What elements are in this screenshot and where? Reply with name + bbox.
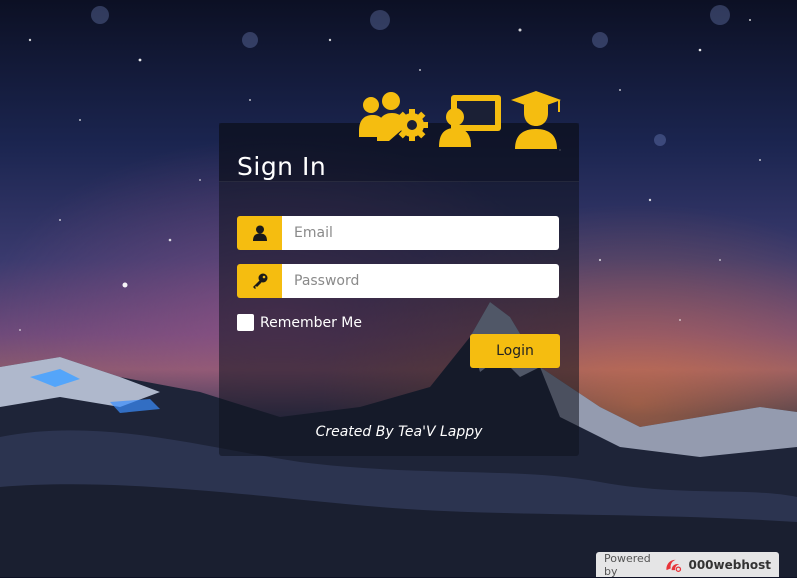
- page-title: Sign In: [237, 151, 327, 181]
- header-icon-group: [359, 91, 561, 149]
- teacher-screen-icon: [439, 95, 501, 147]
- webhost-logo-icon: [666, 559, 681, 572]
- password-field-group: [237, 264, 559, 298]
- email-field-group: [237, 216, 559, 250]
- credit-text: Created By Tea'V Lappy: [315, 424, 483, 440]
- users-gear-icon: [359, 92, 428, 141]
- remember-checkbox[interactable]: [237, 314, 254, 331]
- user-icon: [237, 216, 282, 250]
- powered-by-badge[interactable]: Powered by 000webhost: [596, 551, 779, 578]
- login-panel: Sign In Email Remember Me Login Created …: [219, 91, 579, 456]
- powered-by-label: Powered by: [604, 551, 651, 578]
- email-input[interactable]: [282, 216, 559, 250]
- password-input[interactable]: [282, 264, 559, 298]
- brand-name: 000webhost: [688, 557, 771, 572]
- remember-me[interactable]: Remember Me: [237, 314, 362, 331]
- graduate-icon: [511, 91, 561, 149]
- key-icon: [237, 264, 282, 298]
- remember-label: Remember Me: [260, 314, 362, 331]
- panel-header: Sign In: [219, 91, 579, 182]
- login-button[interactable]: Login: [470, 334, 560, 368]
